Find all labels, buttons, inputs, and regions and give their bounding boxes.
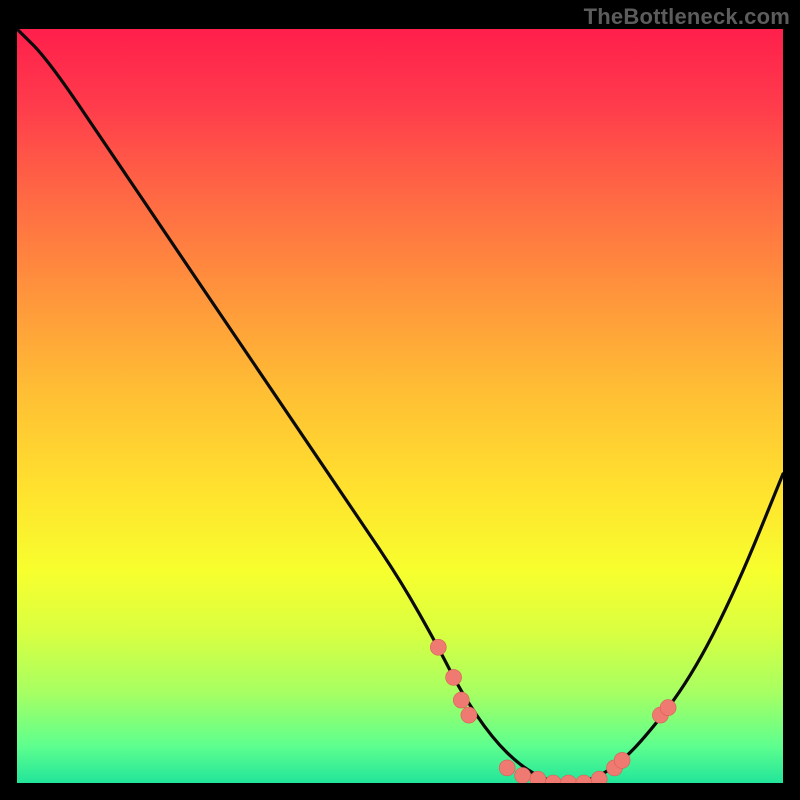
marker-group xyxy=(430,639,676,783)
bottleneck-curve xyxy=(17,29,783,783)
data-marker xyxy=(453,692,469,708)
data-marker xyxy=(446,669,462,685)
data-marker xyxy=(576,775,592,783)
watermark-text: TheBottleneck.com xyxy=(584,4,790,30)
data-marker xyxy=(545,775,561,783)
data-marker xyxy=(561,775,577,783)
data-marker xyxy=(430,639,446,655)
data-marker xyxy=(461,707,477,723)
data-marker xyxy=(499,760,515,776)
data-marker xyxy=(614,752,630,768)
plot-area xyxy=(17,29,783,783)
data-marker xyxy=(515,768,531,784)
data-marker xyxy=(660,700,676,716)
chart-frame: TheBottleneck.com xyxy=(0,0,800,800)
curve-svg xyxy=(17,29,783,783)
